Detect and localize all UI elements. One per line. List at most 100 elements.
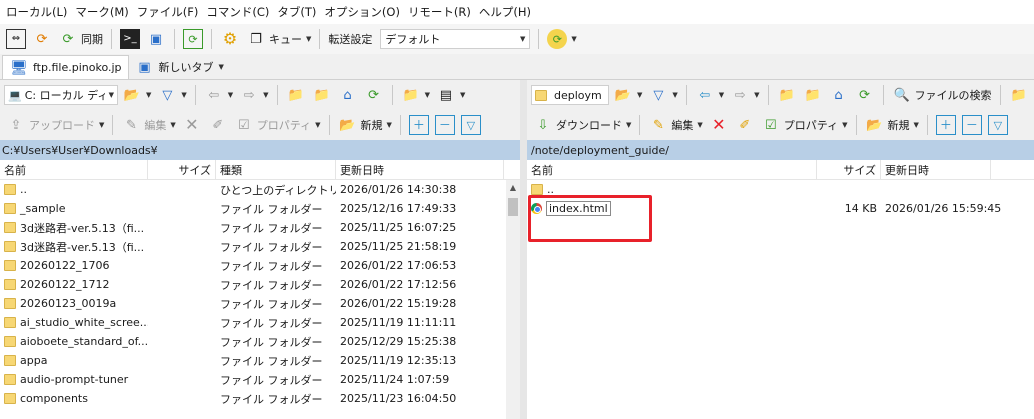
- tab-new[interactable]: ▣ 新しいタブ ▼: [129, 55, 230, 79]
- menu-tab[interactable]: タブ(T): [273, 4, 320, 20]
- remote-edit-button[interactable]: ✎ 編集 ▼: [646, 113, 704, 137]
- remote-forward-button[interactable]: ⇨ ▼: [728, 83, 761, 107]
- remote-filter-button[interactable]: ▽ ▼: [646, 83, 679, 107]
- chevron-down-icon: ▼: [386, 121, 392, 129]
- transfer-profile-select[interactable]: デフォルト ▼: [380, 29, 531, 49]
- upload-button[interactable]: ⇪ アップロード ▼: [4, 113, 106, 137]
- remote-open-folder-button[interactable]: 📂 ▼: [611, 83, 644, 107]
- row-type: ファイル フォルダー: [220, 259, 323, 273]
- local-forward-button[interactable]: ⇨ ▼: [237, 83, 270, 107]
- chevron-down-icon: ▼: [263, 91, 269, 99]
- local-rename-button[interactable]: ✐: [206, 113, 230, 137]
- compare-dirs-button[interactable]: ⇔: [4, 27, 28, 51]
- table-row[interactable]: 20260122_1712 ファイル フォルダー 2026/01/22 17:12:…: [0, 275, 520, 294]
- local-vertical-scrollbar[interactable]: ▲: [506, 180, 520, 419]
- col-modified[interactable]: 更新日時: [336, 160, 504, 179]
- remote-delete-button[interactable]: ✕: [707, 113, 731, 137]
- local-select-all-button[interactable]: ＋: [407, 113, 431, 137]
- local-edit-button[interactable]: ✎ 編集 ▼: [119, 113, 177, 137]
- menu-command[interactable]: コマンド(C): [202, 4, 273, 20]
- scroll-thumb[interactable]: [508, 198, 518, 216]
- local-new-button[interactable]: 📂 新規 ▼: [336, 113, 394, 137]
- edit-icon: ✎: [652, 117, 664, 133]
- local-view-button[interactable]: ▤ ▼: [434, 83, 467, 107]
- col-size[interactable]: サイズ: [148, 160, 216, 179]
- pane-splitter[interactable]: [520, 80, 527, 419]
- local-properties-button[interactable]: ☑ プロパティ ▼: [232, 113, 323, 137]
- tab-ftp-session[interactable]: 🖥 ftp.file.pinoko.jp: [2, 55, 129, 79]
- table-row[interactable]: 20260122_1706 ファイル フォルダー 2026/01/22 17:06:…: [0, 256, 520, 275]
- local-bookmarks-button[interactable]: 📁 ▼: [399, 83, 432, 107]
- row-size: [148, 313, 216, 332]
- local-deselect-button[interactable]: －: [433, 113, 457, 137]
- table-row[interactable]: appa ファイル フォルダー 2025/11/19 12:35:13: [0, 351, 520, 370]
- local-back-button[interactable]: ⇦ ▼: [202, 83, 235, 107]
- table-row[interactable]: components ファイル フォルダー 2025/11/23 16:04:50: [0, 389, 520, 408]
- chevron-down-icon: ▼: [424, 91, 430, 99]
- local-open-folder-button[interactable]: 📂 ▼: [120, 83, 153, 107]
- table-row[interactable]: 3d迷路君-ver.5.13（fi... ファイル フォルダー 2025/11/25…: [0, 237, 520, 256]
- menu-options[interactable]: オプション(O): [320, 4, 404, 20]
- terminal-button[interactable]: >_: [118, 27, 142, 51]
- remote-properties-button[interactable]: ☑ プロパティ ▼: [759, 113, 850, 137]
- remote-refresh-button[interactable]: ⟳: [853, 83, 877, 107]
- col-size[interactable]: サイズ: [817, 160, 881, 179]
- menu-file[interactable]: ファイル(F): [133, 4, 203, 20]
- remote-path-bar[interactable]: /note/deployment_guide/: [527, 140, 1034, 160]
- table-row[interactable]: index.html 14 KB 2026/01/26 15:59:45: [527, 199, 1034, 218]
- scroll-up-icon[interactable]: ▲: [506, 180, 520, 194]
- table-row[interactable]: _sample ファイル フォルダー 2025/12/16 17:49:33: [0, 199, 520, 218]
- preferences-button[interactable]: ⚙: [218, 27, 242, 51]
- local-delete-button[interactable]: ✕: [180, 113, 204, 137]
- menu-help[interactable]: ヘルプ(H): [475, 4, 535, 20]
- table-row[interactable]: 3d迷路君-ver.5.13（fi... ファイル フォルダー 2025/11/25…: [0, 218, 520, 237]
- sync-button[interactable]: ⟳ 同期: [56, 27, 105, 51]
- remote-parent-dir-button[interactable]: 📁: [775, 83, 799, 107]
- remote-deselect-button[interactable]: －: [960, 113, 984, 137]
- transfer-options-button[interactable]: ⟳ ▼: [545, 27, 578, 51]
- local-parent-dir-button[interactable]: 📁: [284, 83, 308, 107]
- local-filter-button[interactable]: ▽ ▼: [155, 83, 188, 107]
- local-filter-select-button[interactable]: ▽: [459, 113, 483, 137]
- local-refresh-button[interactable]: ⟳: [362, 83, 386, 107]
- remote-root-dir-button[interactable]: 📁: [801, 83, 825, 107]
- table-row[interactable]: .. ひとつ上のディレクトリ 2026/01/26 14:30:38: [0, 180, 520, 199]
- table-row[interactable]: 20260123_0019a ファイル フォルダー 2026/01/22 15:19…: [0, 294, 520, 313]
- table-row[interactable]: audio-prompt-tuner ファイル フォルダー 2025/11/24 1…: [0, 370, 520, 389]
- table-row[interactable]: ..: [527, 180, 1034, 199]
- table-row[interactable]: ai_studio_white_scree... ファイル フォルダー 2025/1…: [0, 313, 520, 332]
- synchronize-browse-button[interactable]: ⟳: [30, 27, 54, 51]
- download-button[interactable]: ⇩ ダウンロード ▼: [531, 113, 633, 137]
- local-path-bar[interactable]: C:¥Users¥User¥Downloads¥: [0, 140, 520, 160]
- local-file-list[interactable]: ^ 名前 サイズ 種類 更新日時 .. ひとつ上のディレクトリ 2026/01/26…: [0, 160, 520, 419]
- remote-site-select[interactable]: deploym: [531, 85, 609, 105]
- col-type[interactable]: 種類: [216, 160, 336, 179]
- remote-filter-select-button[interactable]: ▽: [986, 113, 1010, 137]
- local-home-button[interactable]: ⌂: [336, 83, 360, 107]
- find-files-button[interactable]: 🔍 ファイルの検索: [890, 83, 994, 107]
- row-name: 20260122_1712: [20, 278, 110, 291]
- remote-back-button[interactable]: ⇦ ▼: [693, 83, 726, 107]
- remote-rename-button[interactable]: ✐: [733, 113, 757, 137]
- remote-bookmarks-button[interactable]: 📁: [1007, 83, 1031, 107]
- remote-new-button[interactable]: 📂 新規 ▼: [863, 113, 921, 137]
- monitor-icon: 🖥: [10, 59, 28, 76]
- menu-local[interactable]: ローカル(L): [2, 4, 71, 20]
- toolbar-separator: [194, 85, 196, 105]
- menu-mark[interactable]: マーク(M): [71, 4, 132, 20]
- transfer-options-icon: ⟳: [547, 29, 568, 49]
- menu-remote[interactable]: リモート(R): [404, 4, 475, 20]
- table-row[interactable]: aioboete_standard_of... ファイル フォルダー 2025/12…: [0, 332, 520, 351]
- row-name: 20260122_1706: [20, 259, 110, 272]
- local-drive-select[interactable]: 💻C: ローカル ディス▼: [4, 85, 118, 105]
- remote-select-all-button[interactable]: ＋: [934, 113, 958, 137]
- refresh-all-button[interactable]: ⟳: [181, 27, 205, 51]
- row-size: [148, 237, 216, 256]
- col-modified[interactable]: 更新日時: [881, 160, 991, 179]
- col-name[interactable]: 名前: [527, 160, 817, 179]
- remote-file-list[interactable]: ^ 名前 サイズ 更新日時 .. index.html 14 KB 2026/01/…: [527, 160, 1034, 419]
- queue-button[interactable]: ❐ キュー ▼: [244, 27, 313, 51]
- remote-home-button[interactable]: ⌂: [827, 83, 851, 107]
- local-root-dir-button[interactable]: 📁: [310, 83, 334, 107]
- putty-button[interactable]: ▣: [144, 27, 168, 51]
